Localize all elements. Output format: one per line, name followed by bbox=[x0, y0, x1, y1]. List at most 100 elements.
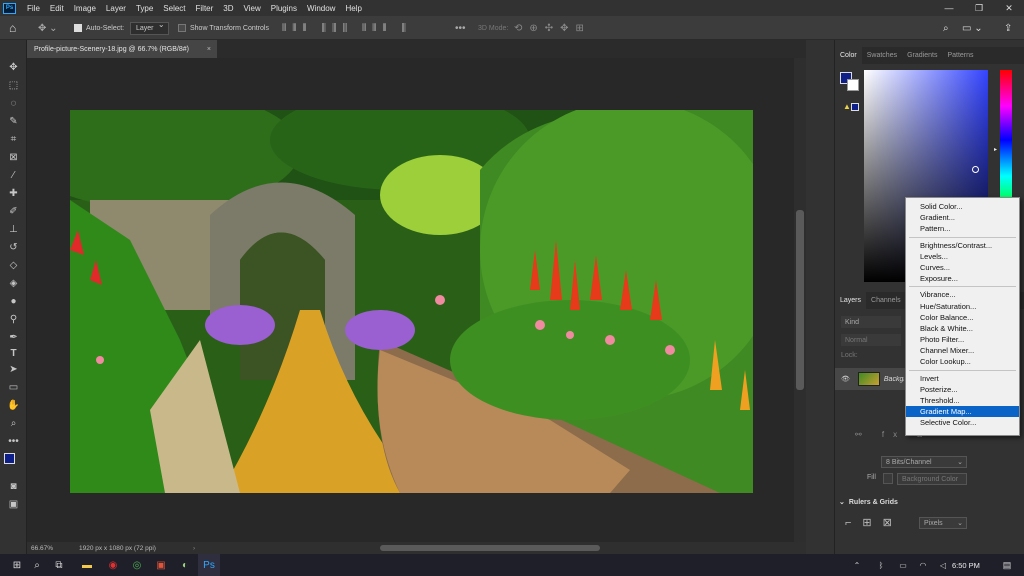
clone-stamp-icon[interactable]: ⊥ bbox=[0, 221, 27, 237]
menu-item-photo-filter[interactable]: Photo Filter... bbox=[906, 334, 1019, 345]
rectangle-tool-icon[interactable]: ▭ bbox=[0, 379, 27, 395]
history-brush-icon[interactable]: ↺ bbox=[0, 239, 27, 255]
more-options-icon[interactable]: ••• bbox=[455, 16, 466, 40]
3d-tools-icons[interactable]: ⟲⊕✣✥⊞ bbox=[514, 16, 591, 40]
wifi-icon[interactable]: ◠ bbox=[912, 554, 934, 576]
home-icon[interactable]: ⌂ bbox=[9, 16, 16, 40]
layer-kind-filter[interactable]: Kind bbox=[841, 316, 901, 328]
menu-item-solid-color[interactable]: Solid Color... bbox=[906, 201, 1019, 212]
dodge-tool-icon[interactable]: ⚲ bbox=[0, 311, 27, 327]
document-tab[interactable]: Profile-picture-Scenery-18.jpg @ 66.7% (… bbox=[27, 40, 217, 58]
brush-tool-icon[interactable]: ✐ bbox=[0, 203, 27, 219]
move-tool-icon[interactable]: ✥ bbox=[0, 59, 27, 75]
close-tab-icon[interactable]: × bbox=[207, 46, 211, 53]
quick-mask-icon[interactable]: ◙ bbox=[0, 478, 27, 494]
volume-icon[interactable]: ◁ bbox=[932, 554, 954, 576]
crop-tool-icon[interactable]: ⌗ bbox=[0, 131, 27, 147]
blend-mode-dropdown[interactable]: Normal bbox=[841, 334, 901, 346]
menu-item-selective-color[interactable]: Selective Color... bbox=[906, 417, 1019, 428]
tab-channels[interactable]: Channels bbox=[866, 292, 906, 309]
ruler-grid-icons[interactable]: ⌐⊞⊠ bbox=[845, 516, 903, 529]
menu-item-black-white[interactable]: Black & White... bbox=[906, 323, 1019, 334]
system-tray-icons[interactable]: ⌃ bbox=[846, 554, 868, 576]
marquee-tool-icon[interactable]: ⬚ bbox=[0, 77, 27, 93]
transform-controls-checkbox[interactable]: Show Transform Controls bbox=[178, 16, 269, 40]
menu-plugins[interactable]: Plugins bbox=[266, 4, 302, 13]
app-icon-green[interactable]: ◐ bbox=[174, 554, 196, 576]
menu-view[interactable]: View bbox=[239, 4, 266, 13]
menu-item-posterize[interactable]: Posterize... bbox=[906, 384, 1019, 395]
tab-color[interactable]: Color bbox=[835, 47, 862, 64]
edit-toolbar-icon[interactable]: ••• bbox=[0, 433, 27, 449]
horizontal-scroll-thumb[interactable] bbox=[380, 545, 600, 551]
menu-item-invert[interactable]: Invert bbox=[906, 373, 1019, 384]
screen-mode-icon[interactable]: ▣ bbox=[0, 496, 27, 512]
photoshop-taskbar-icon[interactable]: Ps bbox=[198, 554, 220, 576]
foreground-color-swatch[interactable] bbox=[4, 453, 15, 464]
menu-layer[interactable]: Layer bbox=[101, 4, 131, 13]
quick-select-tool-icon[interactable]: ✎ bbox=[0, 113, 27, 129]
clock-time[interactable]: 6:50 PM bbox=[952, 561, 980, 570]
eyedropper-tool-icon[interactable]: ⁄ bbox=[0, 167, 27, 183]
menu-item-levels[interactable]: Levels... bbox=[906, 251, 1019, 262]
pen-tool-icon[interactable]: ✒ bbox=[0, 329, 27, 345]
rulers-grids-header[interactable]: ⌄ Rulers & Grids bbox=[839, 498, 898, 507]
menu-edit[interactable]: Edit bbox=[45, 4, 69, 13]
search-icon[interactable]: ⌕ bbox=[943, 16, 949, 40]
units-dropdown[interactable]: Pixels ⌄ bbox=[919, 517, 967, 529]
search-taskbar-icon[interactable]: ⌕ bbox=[26, 554, 48, 576]
menu-item-vibrance[interactable]: Vibrance... bbox=[906, 289, 1019, 300]
hue-slider-handle[interactable]: ▸ bbox=[994, 146, 997, 153]
auto-select-dropdown[interactable]: Layer bbox=[130, 20, 169, 35]
menu-3d[interactable]: 3D bbox=[218, 4, 238, 13]
menu-select[interactable]: Select bbox=[158, 4, 190, 13]
color-panel-background[interactable] bbox=[847, 79, 859, 91]
move-tool-preset-icon[interactable]: ✥ ⌄ bbox=[38, 16, 58, 40]
menu-item-brightness-contrast[interactable]: Brightness/Contrast... bbox=[906, 240, 1019, 251]
task-view-icon[interactable]: ⧉ bbox=[48, 554, 70, 576]
tab-layers[interactable]: Layers bbox=[835, 292, 867, 309]
network-icon[interactable]: ▭ bbox=[892, 554, 914, 576]
zoom-tool-icon[interactable]: ⌕ bbox=[0, 415, 27, 431]
vertical-scroll-thumb[interactable] bbox=[796, 210, 804, 390]
menu-filter[interactable]: Filter bbox=[191, 4, 219, 13]
app-icon-red[interactable]: ◉ bbox=[102, 554, 124, 576]
zoom-level[interactable]: 66.67% bbox=[31, 545, 79, 552]
menu-window[interactable]: Window bbox=[302, 4, 340, 13]
menu-type[interactable]: Type bbox=[131, 4, 158, 13]
menu-help[interactable]: Help bbox=[340, 4, 366, 13]
menu-item-gradient-map[interactable]: Gradient Map... bbox=[906, 406, 1019, 418]
menu-item-threshold[interactable]: Threshold... bbox=[906, 395, 1019, 406]
blur-tool-icon[interactable]: ● bbox=[0, 293, 27, 309]
menu-image[interactable]: Image bbox=[69, 4, 101, 13]
align-icons[interactable]: ⫴⫴⫴ ⫼⫼⫼ ⫴⫴⫴ ⫼ bbox=[282, 16, 412, 40]
auto-select-checkbox[interactable]: Auto-Select: bbox=[74, 16, 124, 40]
type-tool-icon[interactable]: T bbox=[0, 345, 27, 361]
notification-icon[interactable]: ▤ bbox=[996, 554, 1018, 576]
workspace-icon[interactable]: ▭ ⌄ bbox=[962, 16, 983, 40]
paint-bucket-icon[interactable]: ◈ bbox=[0, 275, 27, 291]
tab-patterns[interactable]: Patterns bbox=[942, 47, 978, 64]
bit-depth-dropdown[interactable]: 8 Bits/Channel ⌄ bbox=[881, 456, 967, 468]
layer-visibility-icon[interactable]: 👁 bbox=[841, 375, 850, 383]
restore-icon[interactable]: ❐ bbox=[964, 0, 994, 16]
tab-gradients[interactable]: Gradients bbox=[902, 47, 942, 64]
menu-item-gradient[interactable]: Gradient... bbox=[906, 212, 1019, 223]
menu-file[interactable]: File bbox=[22, 4, 45, 13]
powerpoint-icon[interactable]: ▣ bbox=[150, 554, 172, 576]
layer-row-background[interactable]: 👁 Background bbox=[835, 368, 905, 390]
web-safe-swatch[interactable] bbox=[851, 103, 859, 111]
gamut-warning-icon[interactable]: ▲ bbox=[843, 102, 851, 111]
close-window-icon[interactable]: ✕ bbox=[994, 0, 1024, 16]
path-select-icon[interactable]: ➤ bbox=[0, 361, 27, 377]
share-icon[interactable]: ⇪ bbox=[1004, 16, 1012, 40]
fill-swatch[interactable] bbox=[883, 473, 893, 484]
file-explorer-icon[interactable]: ▬ bbox=[76, 554, 98, 576]
healing-brush-icon[interactable]: ✚ bbox=[0, 185, 27, 201]
menu-item-pattern[interactable]: Pattern... bbox=[906, 223, 1019, 234]
menu-item-color-lookup[interactable]: Color Lookup... bbox=[906, 356, 1019, 367]
chrome-icon[interactable]: ◎ bbox=[126, 554, 148, 576]
menu-item-curves[interactable]: Curves... bbox=[906, 262, 1019, 273]
garden-photo-canvas[interactable] bbox=[70, 110, 753, 493]
windows-start-icon[interactable]: ⊞ bbox=[6, 554, 28, 576]
